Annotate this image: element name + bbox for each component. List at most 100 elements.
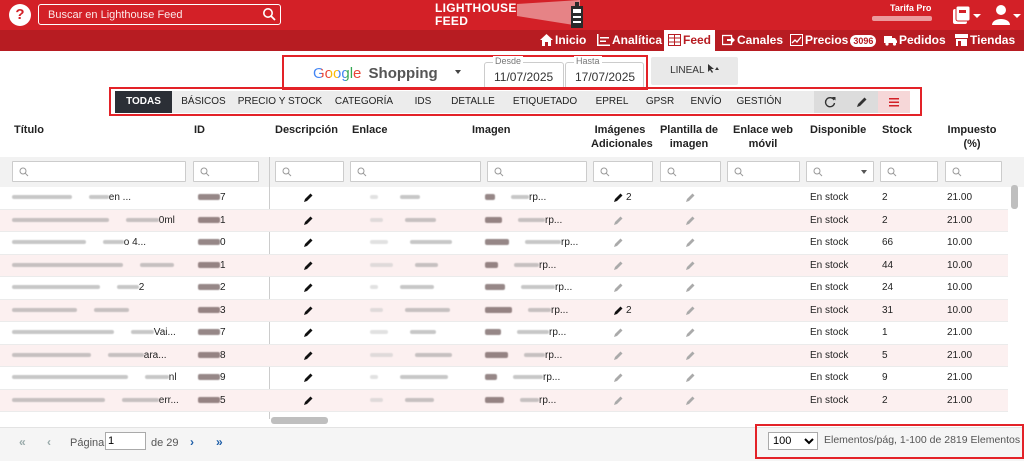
cell-stock[interactable]: 31 (882, 300, 893, 322)
cell-titulo[interactable]: Vai... (12, 322, 176, 344)
edit-images-icon[interactable] (613, 260, 624, 271)
col-header-enlace-movil[interactable]: Enlace web móvil (733, 123, 793, 151)
edit-description-icon[interactable] (303, 215, 314, 226)
cell-id[interactable]: 1 (198, 210, 226, 232)
edit-images-icon[interactable] (613, 215, 624, 226)
cell-imagen[interactable]: rp... (485, 300, 568, 322)
cell-imagen[interactable]: rp... (485, 187, 546, 209)
tab-detalle[interactable]: DETALLE (443, 91, 503, 113)
cell-enlace[interactable] (370, 277, 434, 299)
cell-titulo[interactable]: en ... (12, 187, 131, 209)
tab-gestion[interactable]: GESTIÓN (729, 91, 789, 113)
cell-imagen[interactable]: rp... (485, 390, 556, 412)
cell-disponible[interactable]: En stock (810, 322, 848, 344)
cell-impuesto[interactable]: 10.00 (947, 255, 972, 277)
edit-images-icon[interactable] (613, 395, 624, 406)
tab-categoria[interactable]: CATEGORÍA (325, 91, 403, 113)
table-row[interactable]: nl 9 rp... En stock 9 21.00 (0, 367, 1008, 390)
table-row[interactable]: err... 5 rp... En stock 2 21.00 (0, 389, 1008, 412)
filter-plantilla[interactable] (660, 161, 721, 182)
cell-impuesto[interactable]: 21.00 (947, 345, 972, 367)
edit-description-icon[interactable] (303, 327, 314, 338)
edit-images-icon[interactable] (613, 192, 624, 203)
cell-disponible[interactable]: En stock (810, 255, 848, 277)
edit-template-icon[interactable] (685, 350, 696, 361)
edit-template-icon[interactable] (685, 282, 696, 293)
filter-imagen[interactable] (487, 161, 587, 182)
nav-analitica[interactable]: Analítica (597, 30, 662, 51)
filter-enlace-movil[interactable] (727, 161, 800, 182)
cell-enlace[interactable] (370, 322, 436, 344)
channel-select[interactable]: Google Shopping (313, 65, 438, 82)
filter-impuesto[interactable] (945, 161, 1002, 182)
tab-etiquetado[interactable]: ETIQUETADO (503, 91, 587, 113)
col-header-plantilla[interactable]: Plantilla de imagen (659, 123, 719, 151)
cell-id[interactable]: 1 (198, 255, 226, 277)
cell-id[interactable]: 8 (198, 345, 226, 367)
cell-impuesto[interactable]: 21.00 (947, 322, 972, 344)
table-row[interactable]: o 4... 0 rp... En stock 66 10.00 (0, 232, 1008, 255)
cell-stock[interactable]: 5 (882, 345, 888, 367)
cell-impuesto[interactable]: 21.00 (947, 390, 972, 412)
filter-descripcion[interactable] (275, 161, 344, 182)
edit-template-icon[interactable] (685, 305, 696, 316)
cell-stock[interactable]: 9 (882, 367, 888, 389)
cell-enlace[interactable] (370, 345, 452, 367)
filter-id[interactable] (193, 161, 259, 182)
edit-template-icon[interactable] (685, 372, 696, 383)
edit-description-icon[interactable] (303, 395, 314, 406)
lighthouse-logo[interactable]: LIGHTHOUSE FEED (432, 0, 592, 30)
cell-id[interactable]: 9 (198, 367, 226, 389)
cell-id[interactable]: 3 (198, 300, 226, 322)
first-page-icon[interactable]: « (19, 435, 26, 449)
cell-imagen[interactable]: rp... (485, 210, 562, 232)
col-header-impuesto[interactable]: Impuesto (%) (947, 123, 997, 151)
date-from-field[interactable]: Desde 11/07/2025 (484, 56, 564, 89)
cell-impuesto[interactable]: 21.00 (947, 367, 972, 389)
tab-envio[interactable]: ENVÍO (683, 91, 729, 113)
cell-disponible[interactable]: En stock (810, 390, 848, 412)
table-row[interactable]: en ... 7 rp... 2 En stock 2 21.00 (0, 187, 1008, 210)
edit-template-icon[interactable] (685, 260, 696, 271)
edit-images-icon[interactable] (613, 305, 624, 316)
cell-stock[interactable]: 2 (882, 390, 888, 412)
cell-imagen[interactable]: rp... (485, 322, 566, 344)
cell-impuesto[interactable]: 21.00 (947, 187, 972, 209)
last-page-icon[interactable]: » (216, 435, 223, 449)
cell-titulo[interactable]: o 4... (12, 232, 146, 254)
table-row[interactable]: Vai... 7 rp... En stock 1 21.00 (0, 322, 1008, 345)
cell-disponible[interactable]: En stock (810, 345, 848, 367)
cell-imagen[interactable]: rp... (485, 277, 572, 299)
cell-stock[interactable]: 24 (882, 277, 893, 299)
cell-enlace[interactable] (370, 210, 436, 232)
table-row[interactable]: 2 2 rp... En stock 24 10.00 (0, 277, 1008, 300)
edit-template-icon[interactable] (685, 395, 696, 406)
nav-canales[interactable]: Canales (722, 30, 783, 51)
page-number-input[interactable] (105, 432, 146, 450)
cell-stock[interactable]: 66 (882, 232, 893, 254)
filter-stock[interactable] (880, 161, 938, 182)
cell-disponible[interactable]: En stock (810, 277, 848, 299)
date-to-field[interactable]: Hasta 17/07/2025 (565, 56, 644, 89)
user-menu-icon[interactable] (991, 4, 1021, 26)
cell-disponible[interactable]: En stock (810, 300, 848, 322)
cell-imagen[interactable]: rp... (485, 232, 578, 254)
cell-impuesto[interactable]: 10.00 (947, 277, 972, 299)
edit-description-icon[interactable] (303, 282, 314, 293)
cell-titulo[interactable]: 2 (12, 277, 144, 299)
nav-tiendas[interactable]: Tiendas (955, 30, 1015, 51)
cell-enlace[interactable] (370, 300, 450, 322)
edit-description-icon[interactable] (303, 192, 314, 203)
columns-menu-button[interactable] (878, 91, 910, 113)
col-header-enlace[interactable]: Enlace (352, 123, 387, 137)
cell-impuesto[interactable]: 21.00 (947, 210, 972, 232)
search-icon[interactable] (262, 7, 276, 21)
edit-images-icon[interactable] (613, 372, 624, 383)
cell-titulo[interactable]: 0ml (12, 210, 175, 232)
tab-basicos[interactable]: BÁSICOS (172, 91, 235, 113)
nav-precios[interactable]: Precios 3096 (790, 30, 877, 51)
col-header-id[interactable]: ID (194, 123, 205, 137)
cell-impuesto[interactable]: 10.00 (947, 232, 972, 254)
filter-titulo[interactable] (12, 161, 186, 182)
edit-images-icon[interactable] (613, 350, 624, 361)
